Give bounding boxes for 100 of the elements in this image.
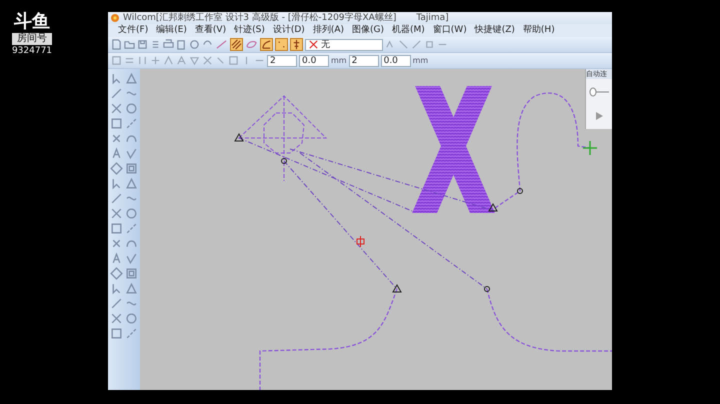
tool-icon[interactable] bbox=[124, 312, 138, 325]
tool-icon[interactable] bbox=[110, 207, 123, 220]
toolbar-icon[interactable] bbox=[411, 39, 422, 50]
stitch-icon bbox=[216, 39, 227, 50]
menu-item[interactable]: 机器(M) bbox=[388, 24, 429, 37]
tool-icon[interactable] bbox=[110, 87, 123, 100]
toolbar-icon[interactable] bbox=[424, 39, 435, 50]
stitch-icon bbox=[246, 39, 257, 50]
toolbar-icon[interactable] bbox=[176, 55, 187, 66]
tool-icon[interactable] bbox=[124, 267, 138, 280]
run-stitch-path[interactable] bbox=[494, 92, 590, 208]
room-number: 9324771 bbox=[10, 46, 54, 57]
diamond-outline-drawing[interactable] bbox=[238, 95, 328, 182]
spin-field[interactable]: 2 bbox=[267, 54, 297, 66]
color-combo[interactable]: 无 bbox=[305, 38, 383, 50]
tool-icon[interactable] bbox=[110, 312, 123, 325]
toolbar-icon[interactable] bbox=[137, 39, 148, 50]
logo-text: 斗鱼 bbox=[12, 12, 51, 32]
tool-icon[interactable] bbox=[110, 327, 123, 340]
spin-field[interactable]: 0.0 bbox=[299, 54, 329, 66]
toolbar-icon[interactable] bbox=[163, 55, 174, 66]
tool-icon[interactable] bbox=[124, 72, 138, 85]
stitch-type-button[interactable] bbox=[260, 38, 273, 51]
tool-icon[interactable] bbox=[110, 282, 123, 295]
end-marker-icon bbox=[281, 158, 287, 164]
stitch-type-button[interactable] bbox=[275, 38, 288, 51]
tool-icon[interactable] bbox=[110, 237, 123, 250]
tool-icon[interactable] bbox=[110, 102, 123, 115]
machine-format: Tajima] bbox=[416, 12, 449, 24]
menu-item[interactable]: 查看(V) bbox=[190, 24, 230, 37]
center-mark-icon bbox=[356, 236, 364, 248]
tool-icon[interactable] bbox=[110, 267, 123, 280]
tool-icon[interactable] bbox=[124, 177, 138, 190]
menu-item[interactable]: 快捷键(Z) bbox=[470, 24, 519, 37]
window-title: Wilcom[汇邦刺绣工作室 设计3 高级版 - [滑仔松-1209字母XA螺丝] bbox=[123, 12, 396, 24]
toolbar-icon[interactable] bbox=[398, 39, 409, 50]
toolbar-icon[interactable] bbox=[124, 39, 135, 50]
toolbar-icon[interactable] bbox=[137, 55, 148, 66]
toolbar-icon[interactable] bbox=[111, 55, 122, 66]
stitch-type-button[interactable] bbox=[215, 38, 228, 51]
tool-icon[interactable] bbox=[110, 162, 123, 175]
tool-icon[interactable] bbox=[124, 282, 138, 295]
tool-icon[interactable] bbox=[124, 327, 138, 340]
toolbar-icon[interactable] bbox=[228, 55, 239, 66]
tool-icon[interactable] bbox=[110, 72, 123, 85]
menu-item[interactable]: 设计(D) bbox=[268, 24, 309, 37]
spin-field[interactable]: 0.0 bbox=[380, 54, 411, 66]
run-stitch-path[interactable] bbox=[486, 288, 612, 352]
menu-item[interactable]: 窗口(W) bbox=[428, 24, 471, 37]
toolbar-icon[interactable] bbox=[189, 39, 200, 50]
tool-icon[interactable] bbox=[110, 192, 123, 205]
tool-icon[interactable] bbox=[110, 177, 123, 190]
tool-icon[interactable] bbox=[124, 117, 138, 130]
slider-icon[interactable] bbox=[589, 86, 609, 97]
start-marker-icon bbox=[488, 203, 498, 212]
toolbar-icon[interactable] bbox=[150, 39, 161, 50]
stitch-icon bbox=[291, 39, 302, 50]
toolbar-icon[interactable] bbox=[215, 55, 226, 66]
no-color-icon bbox=[308, 39, 319, 50]
tool-icon[interactable] bbox=[110, 222, 123, 235]
stitch-type-button[interactable] bbox=[245, 38, 258, 51]
end-marker-icon bbox=[484, 286, 490, 292]
unit-label: mm bbox=[331, 54, 347, 66]
toolbar-icon[interactable] bbox=[163, 39, 174, 50]
toolbar-icon[interactable] bbox=[124, 55, 135, 66]
menu-item[interactable]: 文件(F) bbox=[114, 24, 152, 37]
tool-icon[interactable] bbox=[110, 147, 123, 160]
toolbar-icon[interactable] bbox=[150, 55, 161, 66]
menu-item[interactable]: 编辑(E) bbox=[152, 24, 191, 37]
tool-icon[interactable] bbox=[124, 102, 138, 115]
menu-item[interactable]: 图像(G) bbox=[348, 24, 388, 37]
stitch-icon bbox=[276, 39, 287, 50]
tool-icon[interactable] bbox=[124, 162, 138, 175]
menu-item[interactable]: 帮助(H) bbox=[518, 24, 559, 37]
app-logo-icon bbox=[111, 14, 119, 22]
tool-icon[interactable] bbox=[124, 147, 138, 160]
stitch-icon bbox=[261, 39, 272, 50]
play-icon[interactable] bbox=[595, 112, 603, 120]
room-label: 房间号 bbox=[12, 33, 52, 45]
tool-icon[interactable] bbox=[124, 252, 138, 265]
unit-label: mm bbox=[412, 54, 428, 66]
stitch-icon bbox=[231, 39, 242, 50]
start-marker-icon bbox=[234, 133, 244, 142]
tool-icon[interactable] bbox=[124, 207, 138, 220]
letter-x-drawing[interactable] bbox=[412, 86, 495, 213]
tool-icon[interactable] bbox=[124, 222, 138, 235]
toolbar-icon[interactable] bbox=[202, 55, 213, 66]
spin-field[interactable]: 2 bbox=[348, 54, 379, 66]
menu-item[interactable]: 排列(A) bbox=[308, 24, 348, 37]
tool-icon[interactable] bbox=[110, 132, 123, 145]
toolbar-icon[interactable] bbox=[111, 39, 122, 50]
stitch-type-button[interactable] bbox=[290, 38, 303, 51]
start-marker-icon bbox=[392, 284, 402, 292]
tool-icon[interactable] bbox=[110, 117, 123, 130]
stitch-type-button[interactable] bbox=[230, 38, 243, 51]
tool-icon[interactable] bbox=[110, 252, 123, 265]
toolbar-icon[interactable] bbox=[176, 39, 187, 50]
menu-item[interactable]: 针迹(S) bbox=[230, 24, 269, 37]
toolbar-icon[interactable] bbox=[189, 55, 200, 66]
tool-icon[interactable] bbox=[110, 297, 123, 310]
